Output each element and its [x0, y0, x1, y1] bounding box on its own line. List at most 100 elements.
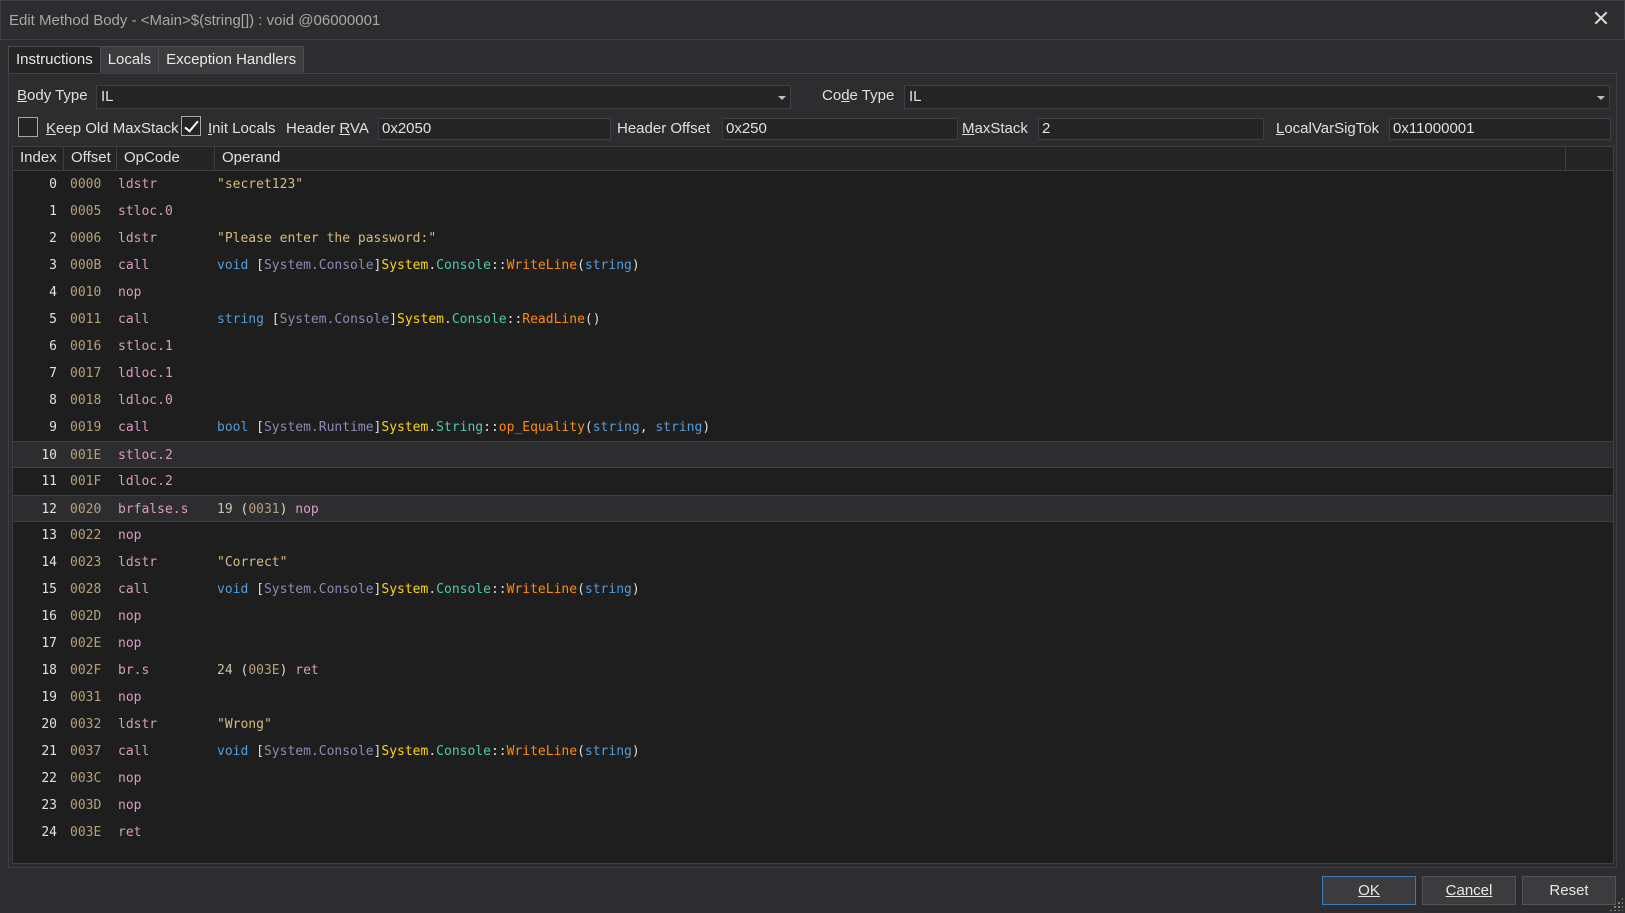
table-row[interactable]: 6 0016 stloc.1: [13, 333, 1613, 360]
cell-offset: 0000: [70, 177, 102, 192]
table-row[interactable]: 7 0017 ldloc.1: [13, 360, 1613, 387]
operand-token: .: [428, 582, 437, 597]
operand-token: System: [381, 744, 429, 759]
cell-opcode: nop: [118, 690, 142, 705]
table-row[interactable]: 21 0037 call void [System.Console]System.Co…: [13, 738, 1613, 765]
cell-index: 21: [41, 744, 57, 759]
table-row[interactable]: 2 0006 ldstr "Please enter the password:": [13, 225, 1613, 252]
keep-old-maxstack-checkbox[interactable]: [18, 117, 38, 137]
operand-token: WriteLine: [506, 744, 578, 759]
instructions-grid[interactable]: Index Offset OpCode Operand 0 0000 ldstr "s…: [12, 146, 1614, 864]
body-type-combo[interactable]: IL: [96, 85, 791, 109]
reset-button[interactable]: Reset: [1522, 876, 1616, 905]
table-row[interactable]: 11 001F ldloc.2: [13, 468, 1613, 495]
table-row[interactable]: 3 000B call void [System.Console]System.Con…: [13, 252, 1613, 279]
tab-locals[interactable]: Locals: [99, 46, 160, 74]
table-row[interactable]: 24 003E ret: [13, 819, 1613, 846]
operand-token: ]: [389, 312, 398, 327]
operand-token: System: [381, 258, 429, 273]
cell-index: 24: [41, 825, 57, 840]
column-header-opcode[interactable]: OpCode: [117, 147, 215, 171]
cell-opcode: ldloc.1: [118, 366, 173, 381]
operand-token: string: [584, 582, 632, 597]
tab-exception-handlers[interactable]: Exception Handlers: [158, 46, 305, 74]
close-icon[interactable]: [1592, 9, 1610, 27]
code-type-label: Code Type: [822, 87, 895, 104]
cell-index: 4: [49, 285, 57, 300]
localvarsigtok-field[interactable]: 0x11000001: [1389, 118, 1611, 140]
cell-index: 14: [41, 555, 57, 570]
table-row[interactable]: 8 0018 ldloc.0: [13, 387, 1613, 414]
cell-offset: 003D: [70, 798, 102, 813]
body-type-label: Body Type: [17, 87, 88, 104]
operand-token: ): [279, 502, 296, 517]
operand-token: ): [631, 582, 640, 597]
cancel-button[interactable]: Cancel: [1422, 876, 1516, 905]
chevron-down-icon: [1597, 96, 1605, 100]
tab-instructions[interactable]: Instructions: [8, 46, 101, 74]
cell-opcode: ldloc.0: [118, 393, 173, 408]
tab-strip: Instructions Locals Exception Handlers: [8, 46, 305, 74]
cell-opcode: stloc.1: [118, 339, 173, 354]
cell-index: 11: [41, 474, 57, 489]
table-row[interactable]: 23 003D nop: [13, 792, 1613, 819]
dialog-footer: OK Cancel Reset: [0, 868, 1625, 913]
maxstack-field[interactable]: 2: [1038, 118, 1264, 140]
table-row[interactable]: 16 002D nop: [13, 603, 1613, 630]
cell-offset: 0020: [70, 502, 102, 517]
table-row[interactable]: 15 0028 call void [System.Console]System.Co…: [13, 576, 1613, 603]
operand-token: bool: [217, 420, 249, 435]
operand-token: (: [232, 663, 249, 678]
operand-token: Console: [436, 582, 491, 597]
init-locals-label: Init Locals: [208, 120, 276, 137]
ok-button[interactable]: OK: [1322, 876, 1416, 905]
operand-token: nop: [295, 502, 319, 517]
operand-token: ): [631, 744, 640, 759]
cell-offset: 0017: [70, 366, 102, 381]
cell-index: 1: [49, 204, 57, 219]
table-row[interactable]: 14 0023 ldstr "Correct": [13, 549, 1613, 576]
cell-operand: "Correct": [217, 549, 287, 576]
keep-old-maxstack-label: Keep Old MaxStack: [46, 120, 179, 137]
operand-token: void: [217, 744, 249, 759]
table-row[interactable]: 12 0020 brfalse.s 19 (0031) nop: [13, 495, 1613, 522]
cell-offset: 0028: [70, 582, 102, 597]
operand-token: op_Equality: [498, 420, 585, 435]
table-row[interactable]: 1 0005 stloc.0: [13, 198, 1613, 225]
column-header-offset[interactable]: Offset: [64, 147, 117, 171]
operand-token: System.Console: [263, 582, 374, 597]
column-header-index[interactable]: Index: [13, 147, 64, 171]
cell-index: 10: [41, 448, 57, 463]
operand-token: Console: [436, 258, 491, 273]
header-offset-field[interactable]: 0x250: [722, 118, 958, 140]
table-row[interactable]: 17 002E nop: [13, 630, 1613, 657]
table-row[interactable]: 22 003C nop: [13, 765, 1613, 792]
operand-token: .: [444, 312, 452, 327]
init-locals-checkbox[interactable]: [181, 116, 201, 136]
table-row[interactable]: 18 002F br.s 24 (003E) ret: [13, 657, 1613, 684]
header-rva-field[interactable]: 0x2050: [378, 118, 611, 140]
table-row[interactable]: 13 0022 nop: [13, 522, 1613, 549]
operand-token: void: [217, 582, 249, 597]
operand-token: [: [263, 312, 280, 327]
cell-operand: void [System.Console]System.Console::Wri…: [217, 576, 640, 603]
cell-index: 0: [49, 177, 57, 192]
table-row[interactable]: 9 0019 call bool [System.Runtime]System.Str…: [13, 414, 1613, 441]
cell-operand: bool [System.Runtime]System.String::op_E…: [217, 414, 710, 441]
table-row[interactable]: 10 001E stloc.2: [13, 441, 1613, 468]
operand-token: Console: [436, 744, 491, 759]
table-row[interactable]: 0 0000 ldstr "secret123": [13, 171, 1613, 198]
code-type-combo[interactable]: IL: [904, 85, 1610, 109]
cell-index: 20: [41, 717, 57, 732]
table-row[interactable]: 20 0032 ldstr "Wrong": [13, 711, 1613, 738]
table-row[interactable]: 5 0011 call string [System.Console]System.C…: [13, 306, 1613, 333]
table-row[interactable]: 19 0031 nop: [13, 684, 1613, 711]
operand-token: "Correct": [217, 555, 288, 570]
cell-opcode: nop: [118, 798, 142, 813]
cell-index: 5: [49, 312, 57, 327]
table-row[interactable]: 4 0010 nop: [13, 279, 1613, 306]
cell-index: 3: [49, 258, 57, 273]
cell-operand: "Please enter the password:": [217, 225, 436, 252]
column-header-operand[interactable]: Operand: [215, 147, 1566, 171]
operand-token: string: [655, 420, 703, 435]
